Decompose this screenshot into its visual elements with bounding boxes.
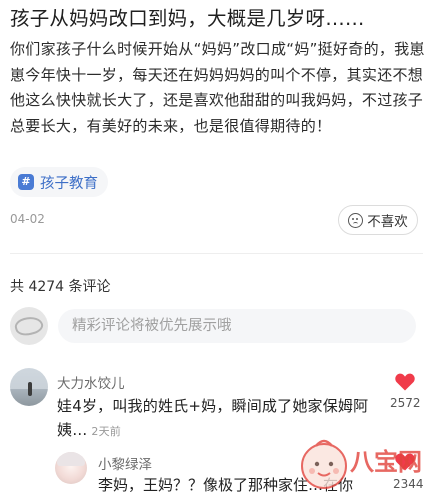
commenter-avatar[interactable]: [10, 368, 48, 406]
heart-icon[interactable]: [395, 453, 415, 471]
divider: [10, 253, 423, 254]
post-date: 04-02: [10, 212, 45, 226]
topic-chip[interactable]: # 孩子教育: [10, 167, 108, 197]
comment-input[interactable]: 精彩评论将被优先展示哦: [58, 309, 416, 343]
like-count: 2572: [390, 396, 421, 410]
like-count: 2344: [393, 477, 424, 491]
article-body: 你们家孩子什么时候开始从“妈妈”改口成“妈”挺好奇的，我崽崽今年快十一岁，每天还…: [10, 40, 425, 135]
topic-label: 孩子教育: [40, 175, 98, 192]
sad-face-icon: [348, 212, 364, 228]
comment-time: 2天前: [91, 425, 122, 438]
commenter-name[interactable]: 小黎绿泽: [98, 453, 152, 473]
heart-icon[interactable]: [395, 373, 415, 391]
comment-count: 共 4274 条评论: [10, 279, 111, 295]
dislike-label: 不喜欢: [367, 214, 408, 230]
commenter-avatar[interactable]: [55, 452, 87, 484]
hash-icon: #: [18, 174, 34, 190]
dislike-button[interactable]: 不喜欢: [338, 205, 418, 235]
commenter-name[interactable]: 大力水饺儿: [57, 372, 125, 392]
comment-text: 娃4岁，叫我的姓氏+妈，瞬间成了她家保姆阿姨… 2天前: [57, 394, 377, 444]
user-avatar: [10, 307, 48, 345]
article-title: 孩子从妈妈改口到妈，大概是几岁呀……: [10, 7, 365, 30]
comment-text: 李妈，王妈？？像极了那种家住…在你: [98, 476, 354, 494]
